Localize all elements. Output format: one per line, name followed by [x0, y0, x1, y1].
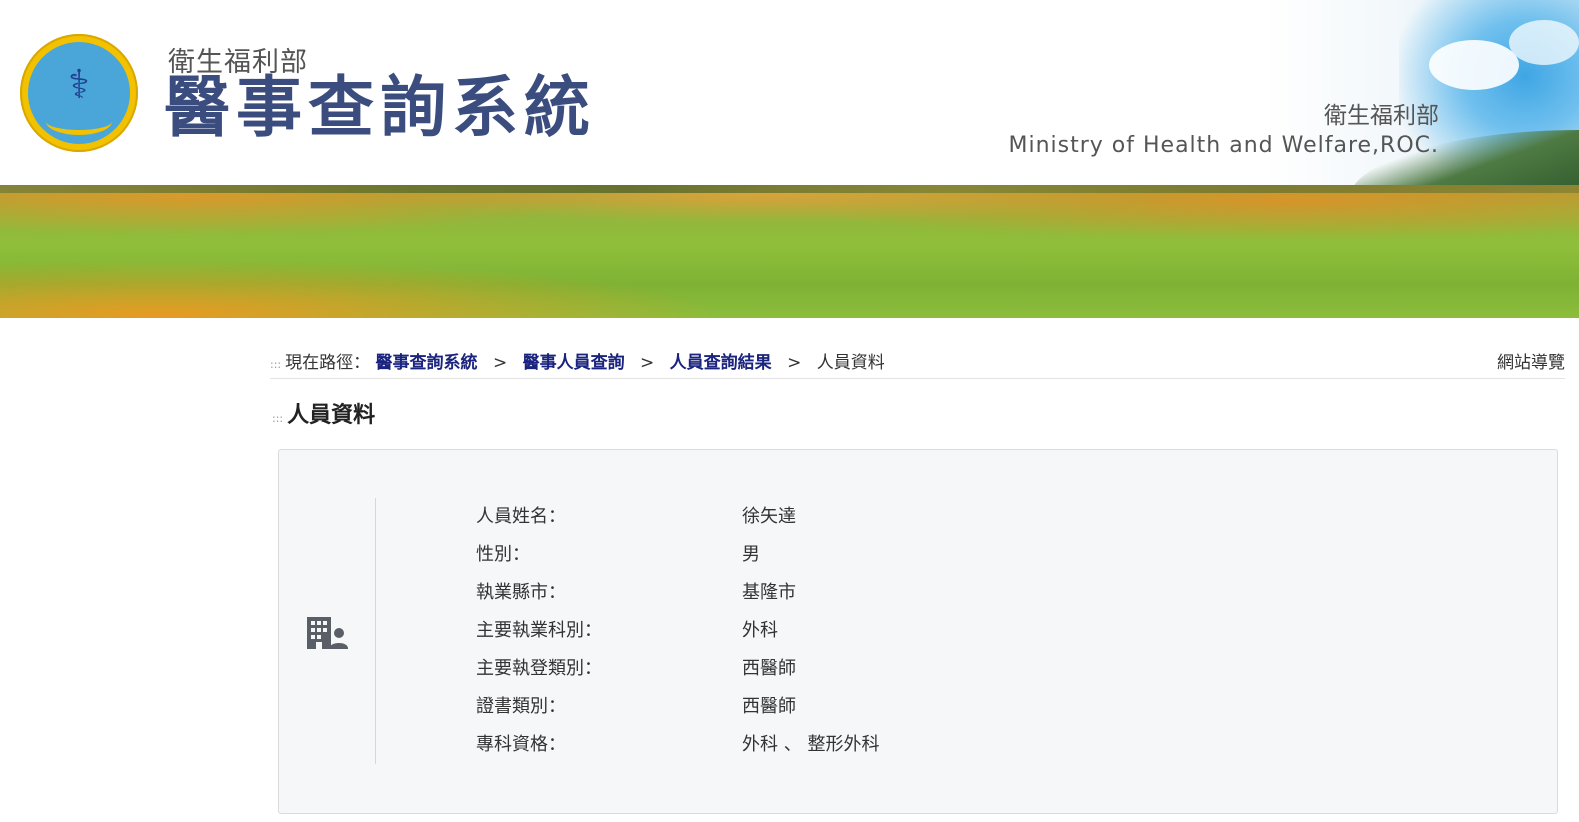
info-row-certificate-type: 證書類別： 西醫師 [476, 694, 879, 732]
breadcrumb-current: 人員資料 [816, 353, 885, 373]
building-person-icon [307, 617, 348, 649]
breadcrumb-dots: ::: [270, 358, 282, 371]
breadcrumb-separator: > [492, 353, 508, 373]
name-label: 人員姓名： [476, 506, 566, 527]
city-value: 基隆市 [742, 582, 796, 603]
specialist-qualification-label: 專科資格： [476, 734, 566, 755]
info-row-registration-type: 主要執登類別： 西醫師 [476, 656, 879, 694]
info-row-specialist-qualification: 專科資格： 外科 、 整形外科 [476, 732, 879, 770]
info-row-main-specialty: 主要執業科別： 外科 [476, 618, 879, 656]
info-row-city: 執業縣市： 基隆市 [476, 580, 879, 618]
city-label: 執業縣市： [476, 582, 566, 603]
ministry-logo[interactable]: ⚕ [20, 34, 138, 152]
registration-type-label: 主要執登類別： [476, 658, 602, 679]
breadcrumb-prefix: 現在路徑： [285, 353, 371, 373]
logo-caduceus-icon: ⚕ [68, 62, 90, 108]
breadcrumb-link-staff-search[interactable]: 醫事人員查詢 [523, 353, 625, 373]
site-header: ⚕ 衛生福利部 醫事查詢系統 衛生福利部 Ministry of Health … [0, 0, 1579, 318]
system-title[interactable]: 醫事查詢系統 [164, 68, 596, 148]
card-divider [375, 498, 376, 764]
gender-label: 性別： [476, 544, 530, 565]
certificate-type-value: 西醫師 [742, 696, 796, 717]
cloud-decoration [1509, 20, 1579, 65]
logo-emblem: ⚕ [28, 42, 130, 144]
breadcrumb-separator: > [787, 353, 802, 373]
ministry-name-right: 衛生福利部 [1324, 103, 1439, 129]
specialist-qualification-value: 外科 、 整形外科 [742, 734, 880, 755]
breadcrumb: ::: 現在路徑： 醫事查詢系統 > 醫事人員查詢 > 人員查詢結果 > 人員資料… [270, 350, 1565, 379]
title-dots: ::: [272, 412, 284, 425]
logo-wave-icon [46, 108, 112, 135]
page-title: 人員資料 [287, 403, 376, 428]
field-banner [0, 185, 1579, 318]
page-title-wrap: ::: 人員資料 [272, 397, 375, 429]
field-horizon [0, 185, 1579, 193]
info-row-gender: 性別： 男 [476, 542, 879, 580]
name-value: 徐矢達 [742, 506, 796, 527]
person-info-card: 人員姓名： 徐矢達 性別： 男 執業縣市： 基隆市 主要執業科別： 外科 主要執登類別：… [278, 449, 1558, 814]
ministry-name-english: Ministry of Health and Welfare,ROC. [1008, 133, 1439, 158]
gender-value: 男 [742, 544, 760, 565]
breadcrumb-link-home[interactable]: 醫事查詢系統 [376, 353, 478, 373]
certificate-type-label: 證書類別： [476, 696, 566, 717]
info-row-name: 人員姓名： 徐矢達 [476, 504, 879, 542]
sitemap-link[interactable]: 網站導覽 [1497, 350, 1565, 376]
main-specialty-label: 主要執業科別： [476, 620, 602, 641]
breadcrumb-link-results[interactable]: 人員查詢結果 [670, 353, 772, 373]
main-specialty-value: 外科 [742, 620, 778, 641]
cloud-decoration [1429, 40, 1519, 90]
info-list: 人員姓名： 徐矢達 性別： 男 執業縣市： 基隆市 主要執業科別： 外科 主要執登類別：… [476, 504, 879, 770]
registration-type-value: 西醫師 [742, 658, 796, 679]
breadcrumb-separator: > [640, 353, 655, 373]
